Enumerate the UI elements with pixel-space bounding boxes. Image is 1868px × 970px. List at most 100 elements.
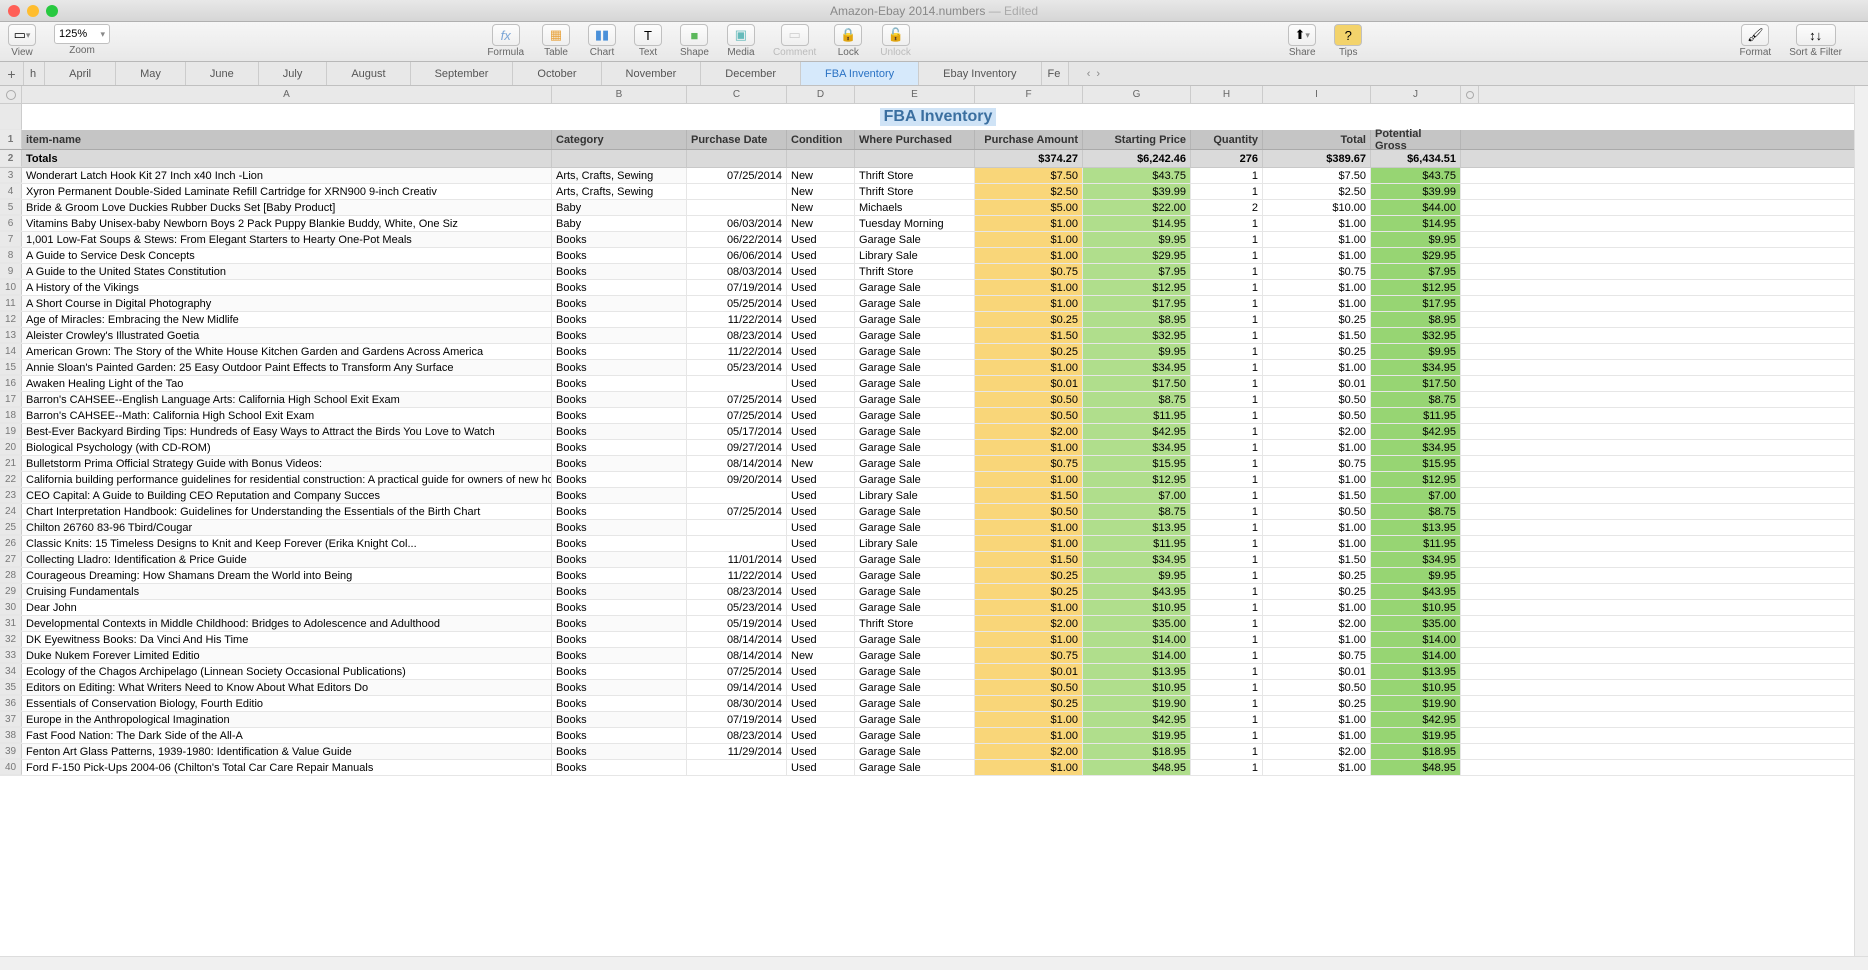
maximize-icon[interactable] xyxy=(46,5,58,17)
cell-condition[interactable]: Used xyxy=(787,248,855,263)
header-item[interactable]: item-name xyxy=(22,130,552,149)
cell-price[interactable]: $9.95 xyxy=(1083,344,1191,359)
column-header[interactable]: C xyxy=(687,86,787,103)
cell-price[interactable]: $14.00 xyxy=(1083,632,1191,647)
cell-item[interactable]: Chilton 26760 83-96 Tbird/Cougar xyxy=(22,520,552,535)
header-gross[interactable]: Potential Gross xyxy=(1371,130,1461,149)
cell-date[interactable]: 08/14/2014 xyxy=(687,632,787,647)
cell-where[interactable]: Garage Sale xyxy=(855,504,975,519)
cell-condition[interactable]: Used xyxy=(787,328,855,343)
cell-amount[interactable]: $0.01 xyxy=(975,664,1083,679)
cell-item[interactable]: Bride & Groom Love Duckies Rubber Ducks … xyxy=(22,200,552,215)
row-header[interactable]: 37 xyxy=(0,712,22,727)
cell-gross[interactable]: $42.95 xyxy=(1371,712,1461,727)
cell-item[interactable]: Courageous Dreaming: How Shamans Dream t… xyxy=(22,568,552,583)
cell-item[interactable]: Annie Sloan's Painted Garden: 25 Easy Ou… xyxy=(22,360,552,375)
cell-total[interactable]: $0.25 xyxy=(1263,584,1371,599)
cell-qty[interactable]: 1 xyxy=(1191,504,1263,519)
cell-qty[interactable]: 1 xyxy=(1191,568,1263,583)
cell-price[interactable]: $9.95 xyxy=(1083,232,1191,247)
row-header[interactable]: 32 xyxy=(0,632,22,647)
cell-condition[interactable]: Used xyxy=(787,344,855,359)
cell-condition[interactable]: Used xyxy=(787,712,855,727)
cell-gross[interactable]: $8.75 xyxy=(1371,392,1461,407)
cell-date[interactable] xyxy=(687,520,787,535)
sheet-tab-truncated-left[interactable]: h xyxy=(24,62,45,85)
cell-amount[interactable]: $1.00 xyxy=(975,360,1083,375)
cell-price[interactable]: $35.00 xyxy=(1083,616,1191,631)
cell-amount[interactable]: $0.50 xyxy=(975,408,1083,423)
cell-amount[interactable]: $0.01 xyxy=(975,376,1083,391)
cell-where[interactable]: Garage Sale xyxy=(855,728,975,743)
row-header[interactable]: 40 xyxy=(0,760,22,775)
cell-total[interactable]: $0.01 xyxy=(1263,664,1371,679)
cell-where[interactable]: Garage Sale xyxy=(855,232,975,247)
view-button[interactable]: ▭▾ xyxy=(8,24,36,46)
row-header[interactable]: 35 xyxy=(0,680,22,695)
cell-condition[interactable]: New xyxy=(787,648,855,663)
cell-gross[interactable]: $17.50 xyxy=(1371,376,1461,391)
cell-qty[interactable]: 1 xyxy=(1191,648,1263,663)
cell-category[interactable]: Books xyxy=(552,536,687,551)
cell-total[interactable]: $1.00 xyxy=(1263,248,1371,263)
cell-gross[interactable]: $13.95 xyxy=(1371,520,1461,535)
row-header[interactable]: 31 xyxy=(0,616,22,631)
header-category[interactable]: Category xyxy=(552,130,687,149)
cell-total[interactable]: $0.50 xyxy=(1263,392,1371,407)
cell-price[interactable]: $29.95 xyxy=(1083,248,1191,263)
cell-gross[interactable]: $48.95 xyxy=(1371,760,1461,775)
cell-category[interactable]: Books xyxy=(552,296,687,311)
cell-gross[interactable]: $34.95 xyxy=(1371,440,1461,455)
cell-item[interactable]: CEO Capital: A Guide to Building CEO Rep… xyxy=(22,488,552,503)
formula-button[interactable]: fx xyxy=(492,24,520,46)
cell-amount[interactable]: $0.25 xyxy=(975,568,1083,583)
cell-amount[interactable]: $0.50 xyxy=(975,504,1083,519)
cell-price[interactable]: $34.95 xyxy=(1083,440,1191,455)
cell-price[interactable]: $10.95 xyxy=(1083,600,1191,615)
sheet-tab[interactable]: August xyxy=(327,62,410,85)
cell-amount[interactable]: $0.25 xyxy=(975,584,1083,599)
cell-condition[interactable]: Used xyxy=(787,680,855,695)
cell-gross[interactable]: $43.75 xyxy=(1371,168,1461,183)
cell-condition[interactable]: Used xyxy=(787,360,855,375)
cell-qty[interactable]: 1 xyxy=(1191,296,1263,311)
cell-where[interactable]: Garage Sale xyxy=(855,392,975,407)
cell-where[interactable]: Garage Sale xyxy=(855,712,975,727)
cell-condition[interactable]: Used xyxy=(787,408,855,423)
cell-condition[interactable]: Used xyxy=(787,504,855,519)
cell-total[interactable]: $0.50 xyxy=(1263,680,1371,695)
cell-where[interactable]: Garage Sale xyxy=(855,520,975,535)
cell-item[interactable]: Vitamins Baby Unisex-baby Newborn Boys 2… xyxy=(22,216,552,231)
sheet-tab[interactable]: November xyxy=(602,62,702,85)
cell-item[interactable]: Chart Interpretation Handbook: Guideline… xyxy=(22,504,552,519)
share-button[interactable]: ⬆▾ xyxy=(1288,24,1316,46)
cell-price[interactable]: $17.95 xyxy=(1083,296,1191,311)
row-header[interactable]: 9 xyxy=(0,264,22,279)
cell-total[interactable]: $0.75 xyxy=(1263,456,1371,471)
cell-category[interactable]: Books xyxy=(552,344,687,359)
cell-qty[interactable]: 1 xyxy=(1191,664,1263,679)
cell-where[interactable]: Garage Sale xyxy=(855,648,975,663)
row-header[interactable]: 5 xyxy=(0,200,22,215)
sheet-tab[interactable]: October xyxy=(513,62,601,85)
cell-gross[interactable]: $13.95 xyxy=(1371,664,1461,679)
column-header[interactable]: D xyxy=(787,86,855,103)
cell-item[interactable]: Xyron Permanent Double-Sided Laminate Re… xyxy=(22,184,552,199)
cell-item[interactable]: Ford F-150 Pick-Ups 2004-06 (Chilton's T… xyxy=(22,760,552,775)
column-header[interactable]: G xyxy=(1083,86,1191,103)
row-header[interactable]: 34 xyxy=(0,664,22,679)
cell-qty[interactable]: 1 xyxy=(1191,536,1263,551)
cell-category[interactable]: Books xyxy=(552,376,687,391)
cell-item[interactable]: Ecology of the Chagos Archipelago (Linne… xyxy=(22,664,552,679)
cell-gross[interactable]: $10.95 xyxy=(1371,600,1461,615)
cell-where[interactable]: Thrift Store xyxy=(855,168,975,183)
cell-price[interactable]: $11.95 xyxy=(1083,408,1191,423)
cell-condition[interactable]: Used xyxy=(787,568,855,583)
row-header[interactable] xyxy=(0,104,22,130)
cell-where[interactable]: Tuesday Morning xyxy=(855,216,975,231)
row-header[interactable]: 15 xyxy=(0,360,22,375)
cell-price[interactable]: $34.95 xyxy=(1083,360,1191,375)
cell-where[interactable]: Library Sale xyxy=(855,488,975,503)
sheet-tab[interactable]: July xyxy=(259,62,328,85)
cell-where[interactable]: Garage Sale xyxy=(855,760,975,775)
